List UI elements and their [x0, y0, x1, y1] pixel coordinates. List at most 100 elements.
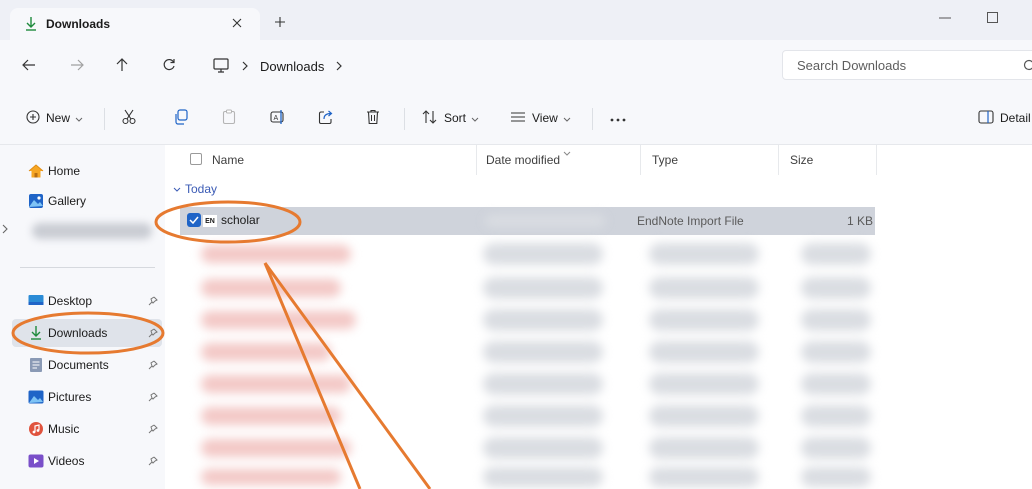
sidebar-item-label: Music [48, 422, 80, 436]
new-tab-plus-icon[interactable] [270, 12, 290, 32]
sidebar-item-downloads[interactable]: Downloads [12, 319, 162, 347]
pin-icon[interactable] [148, 295, 158, 309]
column-name-label: Name [212, 153, 245, 167]
desktop-icon [28, 293, 44, 309]
breadcrumb-chevron-icon[interactable] [236, 59, 254, 73]
pin-icon[interactable] [148, 455, 158, 469]
row-checkbox-checked[interactable] [187, 213, 201, 227]
sidebar-item-pictures[interactable]: Pictures [12, 383, 162, 411]
back-arrow-icon[interactable] [18, 54, 40, 76]
copy-icon [174, 108, 188, 128]
file-list: Name Date modified Type Size Today EN sc… [165, 145, 1032, 489]
column-date-label: Date modified [486, 153, 561, 167]
sidebar-item-label: Desktop [48, 294, 93, 308]
column-divider[interactable] [640, 145, 641, 175]
home-icon [28, 163, 44, 179]
column-divider[interactable] [778, 145, 779, 175]
paste-button[interactable] [222, 106, 236, 130]
sidebar-item-videos[interactable]: Videos [12, 447, 162, 475]
music-icon [28, 421, 44, 437]
sidebar-item-label: Documents [48, 358, 109, 372]
search-input[interactable] [795, 57, 1019, 74]
sidebar-item-gallery[interactable]: Gallery [12, 187, 162, 215]
column-header-date-modified[interactable]: Date modified [486, 145, 560, 175]
column-type-label: Type [652, 153, 679, 167]
copy-button[interactable] [174, 106, 188, 130]
group-header-today[interactable]: Today [173, 181, 217, 197]
sidebar-item-documents[interactable]: Documents [12, 351, 162, 379]
tab-title: Downloads [46, 17, 111, 31]
navigation-pane: Home Gallery Desktop Downloads Documents… [0, 145, 165, 489]
plus-circle-icon [26, 109, 40, 127]
group-label: Today [185, 182, 218, 196]
details-label: Detail [1000, 111, 1031, 125]
file-type: EndNote Import File [637, 214, 744, 228]
pin-icon[interactable] [148, 327, 158, 341]
videos-icon [28, 453, 44, 469]
column-header-type[interactable]: Type [652, 145, 678, 175]
view-label: View [532, 111, 558, 125]
title-bar: Downloads [0, 0, 1032, 40]
endnote-file-icon: EN [203, 215, 217, 227]
toolbar-divider [104, 108, 105, 130]
pin-icon[interactable] [148, 391, 158, 405]
breadcrumb-chevron-icon[interactable] [330, 59, 348, 73]
column-divider[interactable] [476, 145, 477, 175]
sidebar-item-label: Videos [48, 454, 85, 468]
rename-button[interactable]: A [270, 106, 286, 130]
sidebar-divider [20, 267, 155, 268]
sidebar-item-home[interactable]: Home [12, 157, 162, 185]
forward-arrow-icon[interactable] [66, 54, 88, 76]
this-pc-icon[interactable] [212, 58, 230, 74]
clipboard-icon [222, 109, 236, 128]
sort-arrows-icon [422, 109, 438, 127]
sort-button[interactable]: Sort [422, 106, 479, 130]
pin-icon[interactable] [148, 423, 158, 437]
minimize-icon[interactable] [935, 10, 955, 26]
pictures-icon [28, 389, 44, 405]
new-button-label: New [46, 111, 71, 125]
sidebar-item-desktop[interactable]: Desktop [12, 287, 162, 315]
search-icon[interactable] [1023, 59, 1032, 76]
expand-chevron-icon[interactable] [2, 223, 8, 237]
cut-button[interactable] [122, 106, 136, 130]
column-header-size[interactable]: Size [790, 145, 813, 175]
details-pane-button[interactable]: Detail [978, 106, 1031, 130]
maximize-icon[interactable] [982, 8, 1002, 26]
search-box[interactable] [782, 50, 1032, 80]
column-size-label: Size [790, 153, 814, 167]
blurred-onedrive-item [32, 223, 152, 239]
share-button[interactable] [318, 106, 334, 130]
file-explorer-window: Downloads Downloads Search Downloads New… [0, 0, 1032, 489]
tab-downloads[interactable]: Downloads [10, 8, 260, 40]
up-arrow-icon[interactable] [111, 54, 133, 76]
pin-icon[interactable] [148, 359, 158, 373]
address-bar-row: Downloads [0, 40, 1032, 93]
new-button[interactable]: New [26, 106, 83, 130]
toolbar-divider [404, 108, 405, 130]
details-pane-icon [978, 109, 994, 127]
delete-button[interactable] [366, 106, 380, 130]
select-all-checkbox[interactable] [190, 153, 202, 165]
column-header-name[interactable]: Name [212, 145, 244, 175]
breadcrumb-downloads[interactable]: Downloads [260, 59, 324, 74]
refresh-icon[interactable] [158, 54, 180, 76]
column-divider[interactable] [876, 145, 877, 175]
sidebar-item-label: Downloads [48, 326, 108, 340]
view-button[interactable]: View [510, 106, 571, 130]
tab-close-icon[interactable] [228, 14, 246, 32]
more-options-button[interactable] [610, 106, 626, 130]
more-dots-icon [610, 111, 626, 125]
svg-text:A: A [274, 115, 279, 122]
trash-icon [366, 109, 380, 128]
sidebar-item-label: Gallery [48, 194, 87, 208]
chevron-down-icon [173, 187, 181, 192]
chevron-down-icon [75, 111, 83, 125]
address-bar[interactable]: Downloads [212, 50, 772, 82]
chevron-down-icon [471, 111, 479, 125]
file-size: 1 KB [846, 214, 873, 228]
file-name[interactable]: scholar [221, 213, 260, 227]
sidebar-item-music[interactable]: Music [12, 415, 162, 443]
share-icon [318, 109, 334, 128]
scissors-icon [122, 109, 136, 128]
